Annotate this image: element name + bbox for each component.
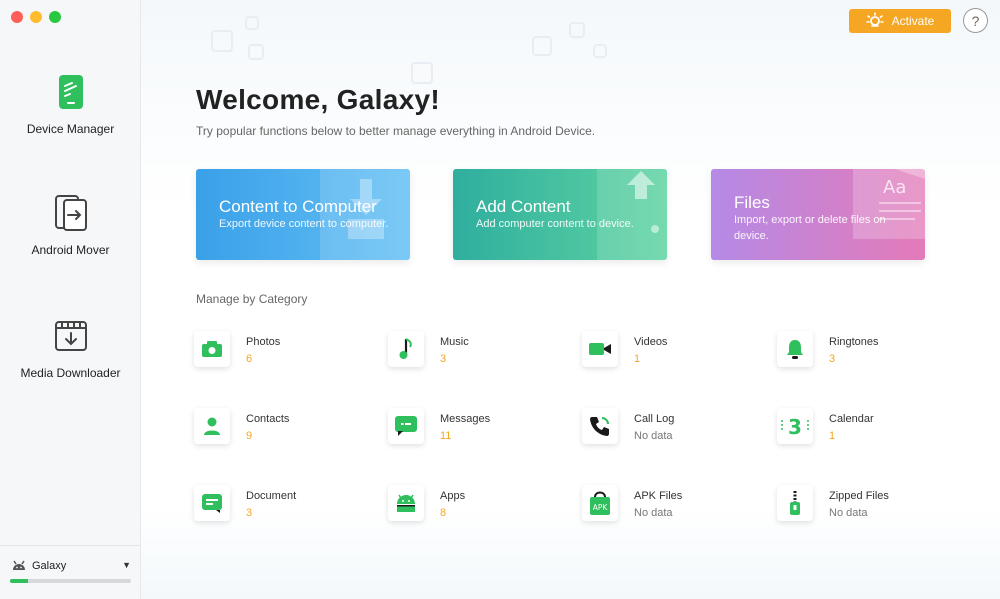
category-name: Call Log bbox=[634, 413, 675, 425]
category-count: 9 bbox=[246, 430, 253, 442]
category-ringtones[interactable]: Ringtones 3 bbox=[777, 331, 957, 381]
category-count: 3 bbox=[829, 353, 836, 365]
category-name: Zipped Files bbox=[829, 490, 889, 502]
storage-bar-fill bbox=[10, 579, 29, 583]
calendar-icon-number: 3 bbox=[788, 415, 802, 438]
category-zipped-files[interactable]: Zipped Files No data bbox=[777, 485, 957, 535]
device-selector[interactable]: Galaxy ▼ bbox=[0, 545, 141, 599]
maximize-window-button[interactable] bbox=[49, 11, 61, 23]
category-count: No data bbox=[634, 430, 673, 442]
category-name: Music bbox=[440, 336, 469, 348]
content-to-computer-card[interactable]: Content to Computer Export device conten… bbox=[196, 169, 410, 260]
activate-label: Activate bbox=[891, 14, 935, 28]
contact-person-icon bbox=[194, 408, 230, 444]
category-apps[interactable]: Apps 8 bbox=[388, 485, 568, 535]
category-count: No data bbox=[634, 507, 673, 519]
category-name: Document bbox=[246, 490, 297, 502]
document-icon bbox=[194, 485, 230, 521]
android-app-icon bbox=[388, 485, 424, 521]
category-count: No data bbox=[829, 507, 868, 519]
chevron-down-icon[interactable]: ▼ bbox=[122, 560, 131, 570]
card-description: Import, export or delete files on device… bbox=[734, 214, 886, 242]
sidebar-item-label: Media Downloader bbox=[20, 366, 121, 380]
sidebar-item-media-downloader[interactable]: Media Downloader bbox=[0, 316, 141, 380]
category-count: 3 bbox=[440, 353, 447, 365]
music-note-icon bbox=[388, 331, 424, 367]
camera-icon bbox=[194, 331, 230, 367]
page-subtitle: Try popular functions below to better ma… bbox=[196, 124, 596, 138]
category-call-log[interactable]: Call Log No data bbox=[582, 408, 762, 458]
decorative-square bbox=[532, 36, 552, 56]
activate-button[interactable]: Activate bbox=[849, 9, 951, 33]
category-name: Messages bbox=[440, 413, 491, 425]
category-music[interactable]: Music 3 bbox=[388, 331, 568, 381]
category-calendar[interactable]: 3 Calendar 1 bbox=[777, 408, 957, 458]
category-contacts[interactable]: Contacts 9 bbox=[194, 408, 374, 458]
android-icon bbox=[11, 558, 27, 576]
apk-bag-icon: APK bbox=[582, 485, 618, 521]
category-count: 1 bbox=[634, 353, 641, 365]
card-title: Content to Computer bbox=[219, 197, 377, 216]
category-name: Videos bbox=[634, 336, 668, 348]
download-icon bbox=[51, 316, 91, 356]
card-description: Export device content to computer. bbox=[219, 218, 389, 230]
category-videos[interactable]: Videos 1 bbox=[582, 331, 762, 381]
category-photos[interactable]: Photos 6 bbox=[194, 331, 374, 381]
calendar-icon: 3 bbox=[777, 408, 813, 444]
device-name: Galaxy bbox=[32, 560, 67, 572]
files-art-text: Aa bbox=[883, 177, 906, 198]
decorative-square bbox=[593, 44, 607, 58]
message-bubble-icon bbox=[388, 408, 424, 444]
decorative-square bbox=[211, 30, 233, 52]
page-title: Welcome, Galaxy! bbox=[196, 84, 440, 115]
category-name: APK Files bbox=[634, 490, 683, 502]
category-count: 3 bbox=[246, 507, 253, 519]
close-window-button[interactable] bbox=[11, 11, 23, 23]
card-title: Files bbox=[734, 193, 770, 212]
category-count: 8 bbox=[440, 507, 447, 519]
card-description: Add computer content to device. bbox=[476, 218, 634, 230]
category-count: 11 bbox=[440, 430, 452, 442]
video-camera-icon bbox=[582, 331, 618, 367]
category-name: Ringtones bbox=[829, 336, 879, 348]
minimize-window-button[interactable] bbox=[30, 11, 42, 23]
storage-bar bbox=[10, 579, 131, 583]
category-apk-files[interactable]: APK APK Files No data bbox=[582, 485, 762, 535]
main-content: Activate ? Welcome, Galaxy! Try popular … bbox=[141, 0, 1000, 599]
sidebar-item-label: Device Manager bbox=[26, 122, 115, 136]
category-name: Apps bbox=[440, 490, 466, 502]
category-name: Calendar bbox=[829, 413, 874, 425]
section-label: Manage by Category bbox=[196, 292, 308, 306]
sidebar: Device Manager Android Mover Media Downl… bbox=[0, 0, 141, 599]
key-icon bbox=[865, 11, 884, 31]
decorative-square bbox=[411, 62, 433, 84]
help-button[interactable]: ? bbox=[963, 8, 988, 33]
files-card[interactable]: Aa Files Import, export or delete files … bbox=[711, 169, 925, 260]
phone-icon bbox=[51, 72, 91, 112]
zip-file-icon bbox=[777, 485, 813, 521]
upload-art-icon bbox=[597, 169, 667, 260]
bell-icon bbox=[777, 331, 813, 367]
add-content-card[interactable]: Add Content Add computer content to devi… bbox=[453, 169, 667, 260]
category-name: Contacts bbox=[246, 413, 290, 425]
sidebar-item-android-mover[interactable]: Android Mover bbox=[0, 193, 141, 257]
category-count: 6 bbox=[246, 353, 253, 365]
apk-icon-text: APK bbox=[593, 503, 609, 512]
window-controls bbox=[11, 11, 61, 23]
transfer-icon bbox=[51, 193, 91, 233]
category-name: Photos bbox=[246, 336, 281, 348]
decorative-square bbox=[569, 22, 585, 38]
category-count: 1 bbox=[829, 430, 836, 442]
sidebar-item-device-manager[interactable]: Device Manager bbox=[0, 72, 141, 136]
category-messages[interactable]: Messages 11 bbox=[388, 408, 568, 458]
decorative-square bbox=[245, 16, 259, 30]
decorative-square bbox=[248, 44, 264, 60]
category-document[interactable]: Document 3 bbox=[194, 485, 374, 535]
card-title: Add Content bbox=[476, 197, 571, 216]
phone-call-icon bbox=[582, 408, 618, 444]
sidebar-item-label: Android Mover bbox=[31, 243, 110, 257]
